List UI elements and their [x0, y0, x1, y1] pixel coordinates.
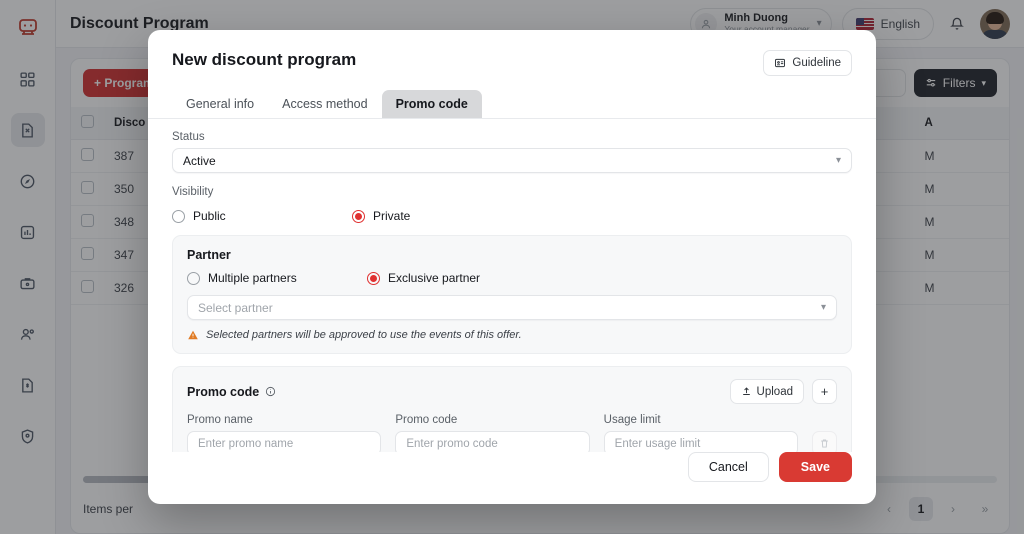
- partner-warning: Selected partners will be approved to us…: [187, 329, 837, 341]
- promo-code-title: Promo code: [187, 385, 276, 399]
- promo-name-label: Promo name: [187, 414, 253, 426]
- upload-button[interactable]: Upload: [729, 379, 804, 404]
- promo-code-field: Promo code Enter promo code: [395, 414, 590, 452]
- chevron-down-icon: ▾: [835, 155, 841, 166]
- partner-panel: Partner Multiple partners Exclusive part…: [172, 235, 852, 354]
- radio-selected-icon: [367, 271, 380, 285]
- delete-promo-row-button[interactable]: [811, 431, 837, 452]
- promo-fields-row: Promo name Enter promo name Promo code E…: [187, 414, 837, 452]
- guideline-label: Guideline: [792, 57, 841, 69]
- radio-exclusive-partner[interactable]: Exclusive partner: [367, 271, 480, 285]
- book-icon: [774, 57, 786, 69]
- cancel-button[interactable]: Cancel: [687, 452, 769, 482]
- radio-selected-icon: [352, 209, 365, 223]
- usage-limit-label: Usage limit: [603, 414, 661, 426]
- tab-access-method[interactable]: Access method: [268, 90, 381, 118]
- guideline-button[interactable]: Guideline: [763, 50, 852, 76]
- upload-icon: [741, 386, 752, 397]
- usage-limit-field: Usage limit Enter usage limit: [603, 414, 798, 452]
- status-value: Active: [183, 153, 216, 168]
- tab-general-info[interactable]: General info: [172, 90, 268, 118]
- promo-name-field: Promo name Enter promo name: [187, 414, 382, 452]
- radio-circle-icon: [187, 271, 200, 285]
- tab-promo-code[interactable]: Promo code: [381, 90, 482, 118]
- usage-limit-input[interactable]: Enter usage limit: [603, 431, 798, 452]
- radio-private[interactable]: Private: [352, 209, 410, 223]
- modal-title: New discount program: [172, 50, 357, 69]
- radio-exclusive-partner-label: Exclusive partner: [388, 271, 481, 285]
- add-promo-row-button[interactable]: +: [812, 379, 837, 404]
- warning-triangle-icon: [187, 329, 199, 341]
- visibility-radio-group: Public Private: [172, 209, 852, 223]
- status-label: Status: [172, 131, 205, 143]
- partner-radio-group: Multiple partners Exclusive partner: [187, 271, 837, 285]
- promo-code-title-text: Promo code: [187, 384, 260, 399]
- radio-multiple-partners-label: Multiple partners: [208, 271, 297, 285]
- promo-code-label: Promo code: [395, 414, 458, 426]
- new-discount-program-modal: New discount program Guideline General i…: [148, 30, 876, 504]
- radio-multiple-partners[interactable]: Multiple partners: [187, 271, 367, 285]
- upload-label: Upload: [756, 385, 793, 398]
- status-select[interactable]: Active ▾: [172, 148, 852, 173]
- promo-code-input[interactable]: Enter promo code: [395, 431, 590, 452]
- radio-public-label: Public: [193, 209, 226, 223]
- partner-select[interactable]: Select partner ▾: [187, 295, 837, 320]
- partner-warning-text: Selected partners will be approved to us…: [206, 329, 522, 341]
- modal-header: New discount program Guideline: [148, 30, 876, 76]
- promo-name-input[interactable]: Enter promo name: [187, 431, 382, 452]
- chevron-down-icon: ▾: [820, 302, 826, 313]
- info-circle-icon[interactable]: [265, 386, 276, 397]
- radio-private-label: Private: [373, 209, 411, 223]
- radio-circle-icon: [172, 209, 185, 223]
- modal-footer: Cancel Save: [148, 452, 876, 504]
- save-button[interactable]: Save: [778, 452, 852, 482]
- modal-body: Status Active ▾ Visibility Public Privat…: [148, 119, 876, 452]
- partner-select-placeholder: Select partner: [198, 300, 273, 315]
- promo-code-panel: Promo code Upload + Promo name Enter pro…: [172, 366, 852, 452]
- modal-tabs: General info Access method Promo code: [148, 90, 876, 119]
- trash-icon: [819, 438, 830, 449]
- radio-public[interactable]: Public: [172, 209, 352, 223]
- partner-title: Partner: [187, 248, 231, 262]
- visibility-label: Visibility: [172, 186, 214, 198]
